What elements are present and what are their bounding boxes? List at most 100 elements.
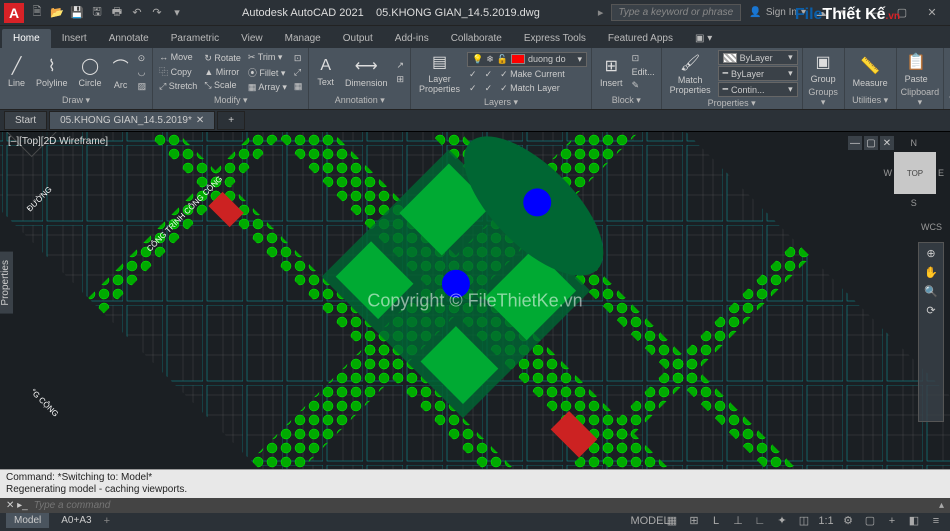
grid-icon[interactable]: ▦ bbox=[664, 513, 680, 529]
model-tab[interactable]: Model bbox=[6, 513, 49, 528]
layer-btn4[interactable]: ✓ bbox=[483, 82, 495, 95]
command-menu-icon[interactable]: ▴ bbox=[939, 500, 944, 511]
osnap-icon[interactable]: ∟ bbox=[752, 513, 768, 529]
scale-button[interactable]: ⤡ Scale bbox=[202, 79, 243, 92]
tab-addins[interactable]: Add-ins bbox=[384, 29, 440, 48]
close-button[interactable]: ✕ bbox=[918, 3, 946, 23]
panel-utilities-label[interactable]: Utilities ▾ bbox=[849, 94, 892, 107]
tab-insert[interactable]: Insert bbox=[51, 29, 98, 48]
leader-button[interactable]: ↗ bbox=[394, 59, 406, 72]
customize-icon[interactable]: ≡ bbox=[928, 513, 944, 529]
orbit-icon[interactable]: ⟳ bbox=[926, 304, 935, 317]
zoom-icon[interactable]: 🔍 bbox=[924, 285, 938, 298]
lineweight-icon[interactable]: ◫ bbox=[796, 513, 812, 529]
mirror-button[interactable]: ▲ Mirror bbox=[202, 66, 243, 78]
navigation-bar[interactable]: ⊕ ✋ 🔍 ⟳ bbox=[918, 242, 944, 422]
match-properties-button[interactable]: 🖌Match Properties bbox=[666, 51, 715, 97]
arc-button[interactable]: ⌒Arc bbox=[109, 52, 133, 92]
copy-button[interactable]: ⿻ Copy bbox=[157, 64, 199, 79]
paste-button[interactable]: 📋Paste bbox=[901, 50, 932, 86]
qat-save-icon[interactable]: 💾 bbox=[70, 6, 84, 20]
document-tab[interactable]: 05.KHONG GIAN_14.5.2019*✕ bbox=[49, 111, 215, 130]
drawing-canvas[interactable]: CÔNG TRÌNH CÔNG CỘNG ĐƯỜNG °G CỘNG bbox=[0, 132, 950, 469]
add-layout-button[interactable]: + bbox=[104, 515, 110, 527]
gear-icon[interactable]: ⚙ bbox=[840, 513, 856, 529]
lineweight-dropdown[interactable]: ━ByLayer▾ bbox=[718, 66, 798, 81]
tab-expresstools[interactable]: Express Tools bbox=[513, 29, 597, 48]
panel-layers-label[interactable]: Layers ▾ bbox=[415, 96, 587, 109]
qat-print-icon[interactable]: 🖶 bbox=[110, 6, 124, 20]
polyline-button[interactable]: ⌇Polyline bbox=[32, 54, 72, 90]
trim-button[interactable]: ✂ Trim ▾ bbox=[246, 51, 289, 64]
fillet-button[interactable]: ⦿ Fillet ▾ bbox=[246, 65, 289, 80]
tab-expand[interactable]: ▣ ▾ bbox=[684, 29, 723, 48]
layer-properties-button[interactable]: ▤Layer Properties bbox=[415, 50, 464, 96]
maximize-viewport-icon[interactable]: ▢ bbox=[862, 513, 878, 529]
dimension-button[interactable]: ⟷Dimension bbox=[341, 54, 392, 90]
tab-output[interactable]: Output bbox=[332, 29, 384, 48]
hatch-button[interactable]: ▨ bbox=[136, 80, 149, 93]
otrack-icon[interactable]: ✦ bbox=[774, 513, 790, 529]
match-layer-button[interactable]: ✓ Match Layer bbox=[498, 82, 562, 95]
measure-button[interactable]: 📏Measure bbox=[849, 54, 892, 90]
tab-featuredapps[interactable]: Featured Apps bbox=[597, 29, 684, 48]
qat-saveas-icon[interactable]: 🖫 bbox=[90, 6, 104, 20]
panel-clipboard-label[interactable]: Clipboard ▾ bbox=[901, 86, 940, 109]
panel-block-label[interactable]: Block ▾ bbox=[596, 94, 657, 107]
vp-maximize[interactable]: ▢ bbox=[864, 136, 878, 150]
tab-manage[interactable]: Manage bbox=[274, 29, 332, 48]
array-button[interactable]: ▦ Array ▾ bbox=[246, 81, 289, 94]
app-logo[interactable]: A bbox=[4, 3, 24, 23]
insert-button[interactable]: ⊞Insert bbox=[596, 54, 627, 90]
circle-button[interactable]: ◯Circle bbox=[75, 54, 106, 90]
panel-annotation-label[interactable]: Annotation ▾ bbox=[313, 94, 406, 107]
linetype-dropdown[interactable]: ━Contin...▾ bbox=[718, 82, 798, 97]
search-input[interactable]: Type a keyword or phrase bbox=[611, 4, 741, 21]
ortho-icon[interactable]: L bbox=[708, 513, 724, 529]
polar-icon[interactable]: ⊥ bbox=[730, 513, 746, 529]
layer-btn2[interactable]: ✓ bbox=[483, 68, 495, 81]
layout-tab[interactable]: A0+A3 bbox=[53, 513, 99, 528]
qat-undo-icon[interactable]: ↶ bbox=[130, 6, 144, 20]
modify-misc3[interactable]: ▦ bbox=[292, 80, 305, 93]
panel-modify-label[interactable]: Modify ▾ bbox=[157, 94, 304, 107]
qat-redo-icon[interactable]: ↷ bbox=[150, 6, 164, 20]
status-model[interactable]: MODEL bbox=[642, 513, 658, 529]
layer-btn3[interactable]: ✓ bbox=[467, 82, 479, 95]
scale-dropdown[interactable]: 1:1 bbox=[818, 513, 834, 529]
draw-misc1[interactable]: ⊙ bbox=[136, 52, 149, 65]
isolate-icon[interactable]: + bbox=[884, 513, 900, 529]
modify-misc2[interactable]: ⤢ bbox=[292, 66, 305, 79]
start-tab[interactable]: Start bbox=[4, 111, 47, 130]
layer-dropdown[interactable]: 💡❄🔓 duong do ▾ bbox=[467, 52, 587, 67]
draw-misc2[interactable]: ◡ bbox=[136, 66, 149, 79]
text-button[interactable]: AText bbox=[313, 55, 338, 89]
close-tab-icon[interactable]: ✕ bbox=[196, 115, 204, 126]
snap-icon[interactable]: ⊞ bbox=[686, 513, 702, 529]
vp-minimize[interactable]: — bbox=[848, 136, 862, 150]
panel-groups-label[interactable]: Groups ▾ bbox=[807, 86, 840, 109]
qat-share-icon[interactable]: ▾ bbox=[170, 6, 184, 20]
group-button[interactable]: ▣Group bbox=[807, 50, 840, 86]
qat-new-icon[interactable]: 🗎 bbox=[30, 6, 44, 20]
layer-btn1[interactable]: ✓ bbox=[467, 68, 479, 81]
make-current-button[interactable]: ✓ Make Current bbox=[498, 68, 567, 81]
tab-annotate[interactable]: Annotate bbox=[98, 29, 160, 48]
block-edit[interactable]: Edit... bbox=[630, 66, 657, 78]
pan-icon[interactable]: ✋ bbox=[924, 266, 938, 279]
block-create[interactable]: ⊡ bbox=[630, 52, 657, 65]
tab-view[interactable]: View bbox=[230, 29, 274, 48]
color-dropdown[interactable]: ByLayer▾ bbox=[718, 50, 798, 65]
panel-draw-label[interactable]: Draw ▾ bbox=[4, 94, 148, 107]
properties-palette-tab[interactable]: Properties bbox=[0, 252, 13, 314]
stretch-button[interactable]: ⤢ Stretch bbox=[157, 80, 199, 93]
new-tab-button[interactable]: + bbox=[217, 111, 245, 130]
tab-parametric[interactable]: Parametric bbox=[160, 29, 230, 48]
panel-properties-label[interactable]: Properties ▾ bbox=[666, 97, 798, 110]
qat-open-icon[interactable]: 📂 bbox=[50, 6, 64, 20]
modify-misc1[interactable]: ⊡ bbox=[292, 52, 305, 65]
tab-home[interactable]: Home bbox=[2, 29, 51, 48]
steering-wheel-icon[interactable]: ⊕ bbox=[926, 247, 935, 260]
command-input[interactable] bbox=[34, 500, 933, 511]
viewcube[interactable]: N W TOP E S bbox=[883, 138, 944, 208]
